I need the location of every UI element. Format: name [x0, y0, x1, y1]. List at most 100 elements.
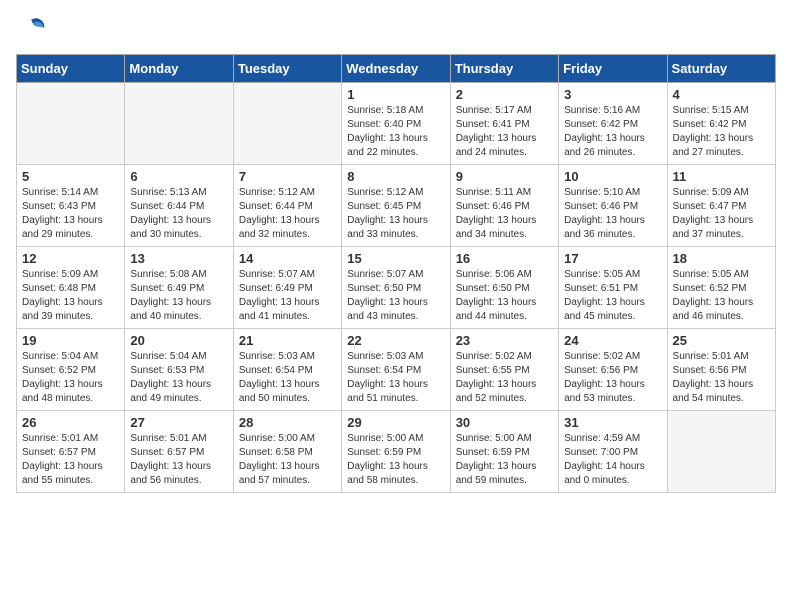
day-cell: 23 Sunrise: 5:02 AM Sunset: 6:55 PM Dayli… — [450, 329, 558, 411]
day-cell: 22 Sunrise: 5:03 AM Sunset: 6:54 PM Dayli… — [342, 329, 450, 411]
day-info: Sunrise: 4:59 AM Sunset: 7:00 PM Dayligh… — [564, 432, 661, 488]
day-number: 29 — [347, 415, 444, 430]
day-number: 25 — [673, 333, 770, 348]
day-cell: 28Sunrise: 5:00 AM Sunset: 6:58 PM Dayli… — [233, 411, 341, 493]
week-row-2: 5 Sunrise: 5:14 AM Sunset: 6:43 PM Daylig… — [17, 165, 776, 247]
header-sunday: Sunday — [17, 55, 125, 83]
day-info: Sunrise: 5:15 AM Sunset: 6:42 PM Dayligh… — [673, 104, 770, 160]
day-number: 7 — [239, 169, 336, 184]
day-cell: 14 Sunrise: 5:07 AM Sunset: 6:49 PM Dayli… — [233, 247, 341, 329]
day-cell: 9 Sunrise: 5:11 AM Sunset: 6:46 PM Daylig… — [450, 165, 558, 247]
day-number: 19 — [22, 333, 119, 348]
day-info: Sunrise: 5:17 AM Sunset: 6:41 PM Dayligh… — [456, 104, 553, 160]
day-cell: 17Sunrise: 5:05 AM Sunset: 6:51 PM Dayli… — [559, 247, 667, 329]
logo-bird-icon — [18, 14, 48, 44]
day-info: Sunrise: 5:18 AM Sunset: 6:40 PM Dayligh… — [347, 104, 444, 160]
day-number: 26 — [22, 415, 119, 430]
day-number: 21 — [239, 333, 336, 348]
day-cell: 2 Sunrise: 5:17 AM Sunset: 6:41 PM Daylig… — [450, 83, 558, 165]
day-cell: 25 Sunrise: 5:01 AM Sunset: 6:56 PM Dayli… — [667, 329, 775, 411]
day-number: 23 — [456, 333, 553, 348]
day-number: 5 — [22, 169, 119, 184]
header-monday: Monday — [125, 55, 233, 83]
day-info: Sunrise: 5:11 AM Sunset: 6:46 PM Dayligh… — [456, 186, 553, 242]
day-cell — [17, 83, 125, 165]
day-cell: 24 Sunrise: 5:02 AM Sunset: 6:56 PM Dayli… — [559, 329, 667, 411]
calendar-table: SundayMondayTuesdayWednesdayThursdayFrid… — [16, 54, 776, 493]
day-info: Sunrise: 5:01 AM Sunset: 6:56 PM Dayligh… — [673, 350, 770, 406]
day-info: Sunrise: 5:00 AM Sunset: 6:59 PM Dayligh… — [347, 432, 444, 488]
day-number: 16 — [456, 251, 553, 266]
day-cell: 10Sunrise: 5:10 AM Sunset: 6:46 PM Dayli… — [559, 165, 667, 247]
day-number: 14 — [239, 251, 336, 266]
day-number: 20 — [130, 333, 227, 348]
day-info: Sunrise: 5:13 AM Sunset: 6:44 PM Dayligh… — [130, 186, 227, 242]
day-info: Sunrise: 5:09 AM Sunset: 6:48 PM Dayligh… — [22, 268, 119, 324]
day-number: 12 — [22, 251, 119, 266]
week-row-1: 1 Sunrise: 5:18 AM Sunset: 6:40 PM Daylig… — [17, 83, 776, 165]
day-info: Sunrise: 5:02 AM Sunset: 6:56 PM Dayligh… — [564, 350, 661, 406]
day-cell: 4 Sunrise: 5:15 AM Sunset: 6:42 PM Daylig… — [667, 83, 775, 165]
header-saturday: Saturday — [667, 55, 775, 83]
day-number: 2 — [456, 87, 553, 102]
day-cell: 29 Sunrise: 5:00 AM Sunset: 6:59 PM Dayli… — [342, 411, 450, 493]
day-cell: 30 Sunrise: 5:00 AM Sunset: 6:59 PM Dayli… — [450, 411, 558, 493]
day-number: 30 — [456, 415, 553, 430]
day-cell: 3Sunrise: 5:16 AM Sunset: 6:42 PM Daylig… — [559, 83, 667, 165]
day-number: 28 — [239, 415, 336, 430]
day-cell: 8Sunrise: 5:12 AM Sunset: 6:45 PM Daylig… — [342, 165, 450, 247]
day-number: 15 — [347, 251, 444, 266]
day-number: 4 — [673, 87, 770, 102]
day-cell — [667, 411, 775, 493]
week-row-5: 26 Sunrise: 5:01 AM Sunset: 6:57 PM Dayli… — [17, 411, 776, 493]
day-cell: 16 Sunrise: 5:06 AM Sunset: 6:50 PM Dayli… — [450, 247, 558, 329]
header-tuesday: Tuesday — [233, 55, 341, 83]
day-number: 1 — [347, 87, 444, 102]
page-header — [16, 16, 776, 44]
day-cell: 18Sunrise: 5:05 AM Sunset: 6:52 PM Dayli… — [667, 247, 775, 329]
day-cell: 13 Sunrise: 5:08 AM Sunset: 6:49 PM Dayli… — [125, 247, 233, 329]
day-info: Sunrise: 5:03 AM Sunset: 6:54 PM Dayligh… — [239, 350, 336, 406]
calendar-header-row: SundayMondayTuesdayWednesdayThursdayFrid… — [17, 55, 776, 83]
day-number: 24 — [564, 333, 661, 348]
day-cell: 31 Sunrise: 4:59 AM Sunset: 7:00 PM Dayli… — [559, 411, 667, 493]
day-number: 6 — [130, 169, 227, 184]
day-info: Sunrise: 5:09 AM Sunset: 6:47 PM Dayligh… — [673, 186, 770, 242]
day-number: 31 — [564, 415, 661, 430]
day-number: 9 — [456, 169, 553, 184]
day-cell: 12 Sunrise: 5:09 AM Sunset: 6:48 PM Dayli… — [17, 247, 125, 329]
day-info: Sunrise: 5:01 AM Sunset: 6:57 PM Dayligh… — [130, 432, 227, 488]
day-number: 22 — [347, 333, 444, 348]
day-info: Sunrise: 5:07 AM Sunset: 6:50 PM Dayligh… — [347, 268, 444, 324]
header-thursday: Thursday — [450, 55, 558, 83]
day-info: Sunrise: 5:01 AM Sunset: 6:57 PM Dayligh… — [22, 432, 119, 488]
day-cell: 19 Sunrise: 5:04 AM Sunset: 6:52 PM Dayli… — [17, 329, 125, 411]
day-cell: 15 Sunrise: 5:07 AM Sunset: 6:50 PM Dayli… — [342, 247, 450, 329]
day-cell — [125, 83, 233, 165]
day-cell: 1 Sunrise: 5:18 AM Sunset: 6:40 PM Daylig… — [342, 83, 450, 165]
header-wednesday: Wednesday — [342, 55, 450, 83]
day-cell: 20 Sunrise: 5:04 AM Sunset: 6:53 PM Dayli… — [125, 329, 233, 411]
day-info: Sunrise: 5:04 AM Sunset: 6:52 PM Dayligh… — [22, 350, 119, 406]
day-cell: 6 Sunrise: 5:13 AM Sunset: 6:44 PM Daylig… — [125, 165, 233, 247]
day-info: Sunrise: 5:00 AM Sunset: 6:59 PM Dayligh… — [456, 432, 553, 488]
day-info: Sunrise: 5:12 AM Sunset: 6:44 PM Dayligh… — [239, 186, 336, 242]
day-info: Sunrise: 5:16 AM Sunset: 6:42 PM Dayligh… — [564, 104, 661, 160]
day-cell: 26 Sunrise: 5:01 AM Sunset: 6:57 PM Dayli… — [17, 411, 125, 493]
day-info: Sunrise: 5:08 AM Sunset: 6:49 PM Dayligh… — [130, 268, 227, 324]
day-info: Sunrise: 5:06 AM Sunset: 6:50 PM Dayligh… — [456, 268, 553, 324]
day-number: 8 — [347, 169, 444, 184]
day-number: 27 — [130, 415, 227, 430]
day-info: Sunrise: 5:14 AM Sunset: 6:43 PM Dayligh… — [22, 186, 119, 242]
day-cell: 5 Sunrise: 5:14 AM Sunset: 6:43 PM Daylig… — [17, 165, 125, 247]
day-info: Sunrise: 5:02 AM Sunset: 6:55 PM Dayligh… — [456, 350, 553, 406]
header-friday: Friday — [559, 55, 667, 83]
day-cell: 27 Sunrise: 5:01 AM Sunset: 6:57 PM Dayli… — [125, 411, 233, 493]
day-info: Sunrise: 5:07 AM Sunset: 6:49 PM Dayligh… — [239, 268, 336, 324]
day-cell: 21 Sunrise: 5:03 AM Sunset: 6:54 PM Dayli… — [233, 329, 341, 411]
day-info: Sunrise: 5:04 AM Sunset: 6:53 PM Dayligh… — [130, 350, 227, 406]
day-number: 18 — [673, 251, 770, 266]
day-info: Sunrise: 5:03 AM Sunset: 6:54 PM Dayligh… — [347, 350, 444, 406]
day-cell — [233, 83, 341, 165]
day-number: 13 — [130, 251, 227, 266]
